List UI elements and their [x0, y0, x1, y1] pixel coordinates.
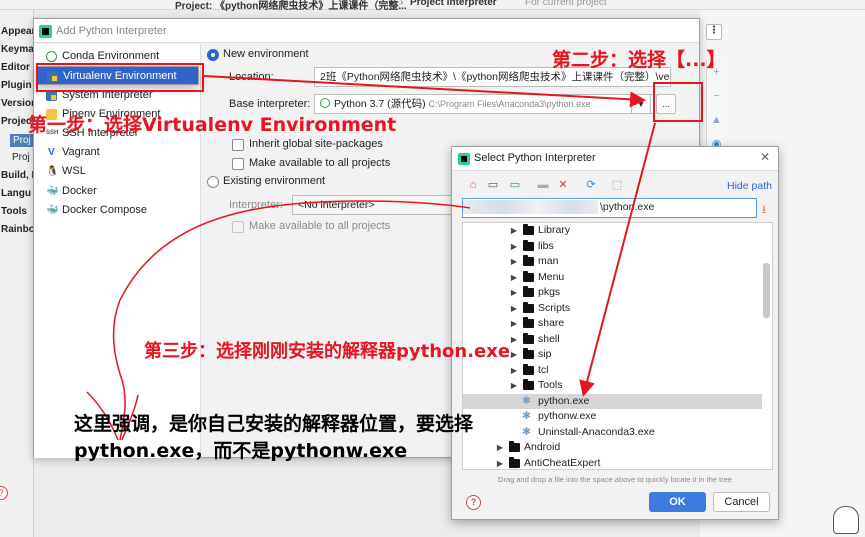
- step2-annotation: 第二步：选择【...】: [552, 49, 726, 71]
- note-line-2: python.exe，而不是pythonw.exe: [74, 440, 408, 462]
- note-annotation: 这里强调，是你自己安装的解释器位置，要选择 python.exe，而不是pyth…: [74, 411, 473, 465]
- arrow-step1-to-browse: [203, 75, 646, 108]
- step3-annotation: 第三步：选择刚刚安装的解释器python.exe: [144, 341, 511, 362]
- freehand-scribble: [86, 200, 471, 441]
- arrow-browse-to-python-exe: [579, 122, 656, 397]
- note-line-1: 这里强调，是你自己安装的解释器位置，要选择: [74, 413, 474, 435]
- step1-annotation: 第一步：选择Virtualenv Environment: [28, 114, 397, 136]
